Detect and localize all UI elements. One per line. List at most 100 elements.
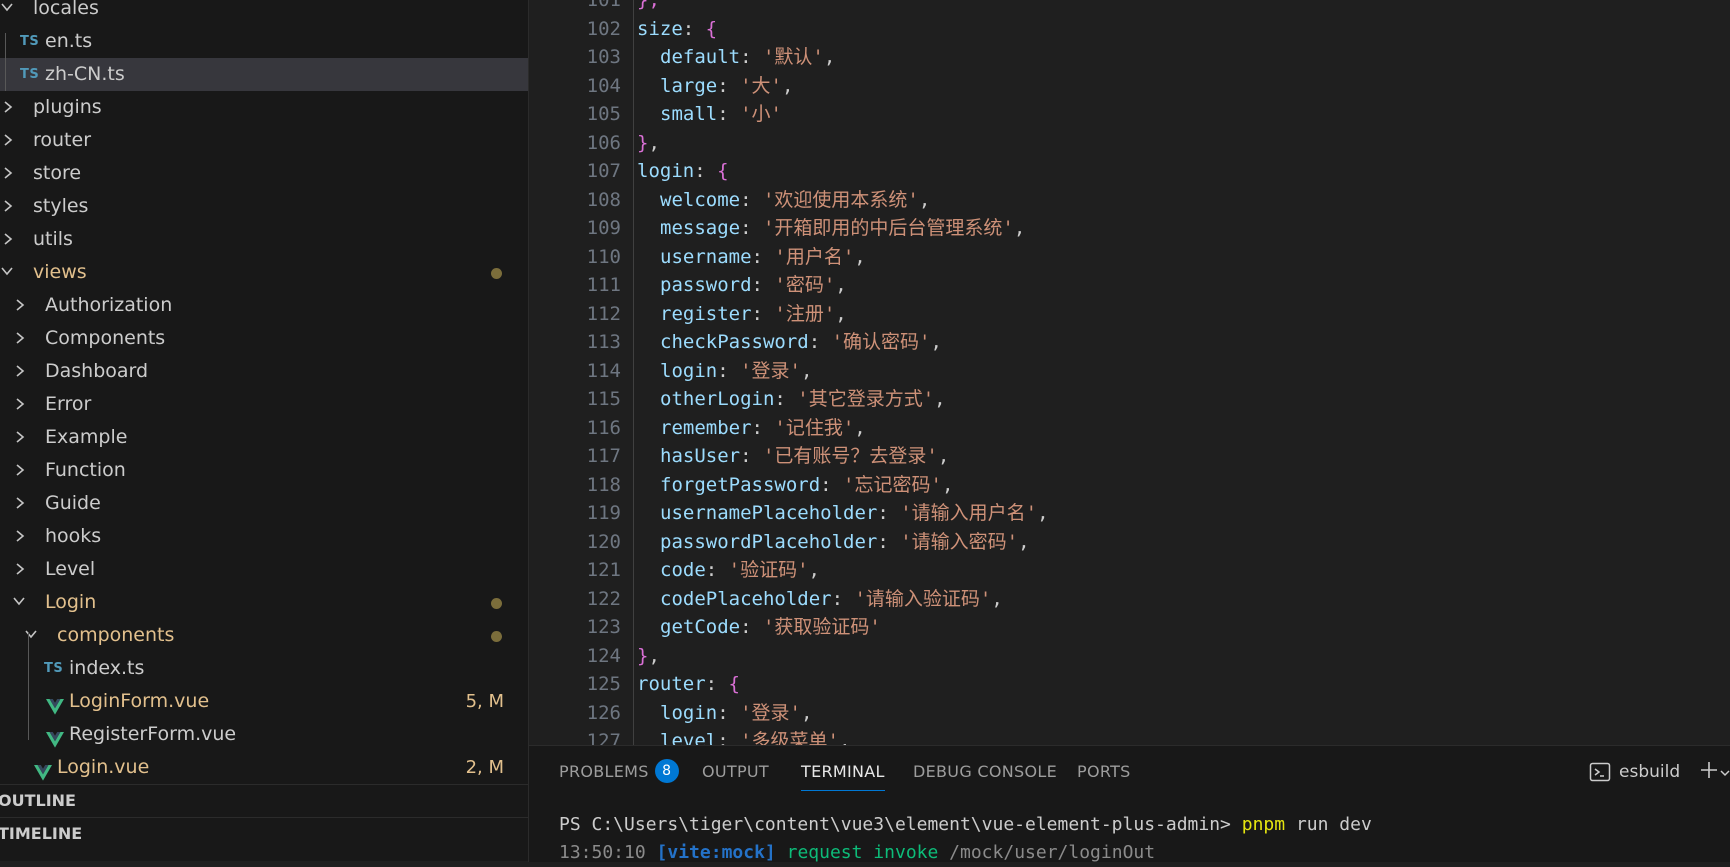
- tree-item-label: Login.vue: [57, 756, 150, 778]
- tree-item-dashboard[interactable]: Dashboard: [0, 355, 528, 388]
- line-number: 101: [586, 0, 621, 11]
- code-line[interactable]: 102 size: {: [529, 15, 1730, 44]
- tree-item-label: index.ts: [69, 657, 145, 679]
- chevron-right-icon[interactable]: [2, 91, 18, 124]
- code-line[interactable]: 109 message: '开箱即用的中后台管理系统',: [529, 214, 1730, 243]
- chevron-down-icon[interactable]: [24, 619, 40, 652]
- code-line[interactable]: 120 passwordPlaceholder: '请输入密码',: [529, 528, 1730, 557]
- chevron-right-icon[interactable]: [14, 388, 30, 421]
- chevron-right-icon[interactable]: [14, 454, 30, 487]
- code-line[interactable]: 112 register: '注册',: [529, 300, 1730, 329]
- outline-section-header[interactable]: OUTLINE: [0, 784, 528, 817]
- tree-item-utils[interactable]: utils: [0, 223, 528, 256]
- chevron-right-icon[interactable]: [14, 520, 30, 553]
- timeline-section-header[interactable]: TIMELINE: [0, 817, 528, 850]
- line-number: 119: [586, 502, 621, 524]
- tree-item-zh-cn-ts[interactable]: TS zh-CN.ts: [0, 58, 528, 91]
- tree-item-login-vue[interactable]: Login.vue 2, M: [0, 751, 528, 782]
- line-number: 109: [586, 217, 621, 239]
- chevron-right-icon[interactable]: [14, 421, 30, 454]
- tab-problems[interactable]: PROBLEMS 8: [559, 746, 679, 798]
- code-text: login: '登录',: [660, 701, 813, 724]
- chevron-down-icon[interactable]: [1719, 764, 1730, 783]
- tree-item-example[interactable]: Example: [0, 421, 528, 454]
- tree-item-loginform-vue[interactable]: LoginForm.vue 5, M: [0, 685, 528, 718]
- chevron-down-icon[interactable]: [12, 586, 28, 619]
- tree-item-level[interactable]: Level: [0, 553, 528, 586]
- tree-item-styles[interactable]: styles: [0, 190, 528, 223]
- tree-item-hooks[interactable]: hooks: [0, 520, 528, 553]
- code-line[interactable]: 114 login: '登录',: [529, 357, 1730, 386]
- tree-item-views[interactable]: views: [0, 256, 528, 289]
- line-number: 114: [586, 359, 621, 382]
- tab-debug-console[interactable]: DEBUG CONSOLE: [913, 746, 1057, 798]
- code-editor[interactable]: 101}, 102 size: {103 default: '默认', 104 large…: [528, 0, 1730, 745]
- chevron-right-icon[interactable]: [2, 190, 18, 223]
- code-line[interactable]: 110 username: '用户名',: [529, 243, 1730, 272]
- tree-item-locales[interactable]: locales: [0, 0, 528, 25]
- tab-terminal[interactable]: TERMINAL: [801, 746, 885, 798]
- tree-item-error[interactable]: Error: [0, 388, 528, 421]
- tree-item-label: components: [57, 624, 175, 646]
- code-line[interactable]: 122 codePlaceholder: '请输入验证码',: [529, 585, 1730, 614]
- tree-item-registerform-vue[interactable]: RegisterForm.vue: [0, 718, 528, 751]
- tree-item-store[interactable]: store: [0, 157, 528, 190]
- code-line[interactable]: 113 checkPassword: '确认密码',: [529, 328, 1730, 357]
- line-number: 125: [586, 673, 621, 695]
- code-line[interactable]: 101},: [529, 0, 1730, 15]
- tree-item-label: Authorization: [45, 294, 173, 316]
- code-line[interactable]: 103 default: '默认',: [529, 43, 1730, 72]
- tree-item-en-ts[interactable]: TS en.ts: [0, 25, 528, 58]
- tab-ports[interactable]: PORTS: [1077, 746, 1131, 798]
- line-number: 115: [586, 388, 621, 410]
- terminal-log-line: 13:50:10 [vite:mock] request invoke /moc…: [559, 839, 1155, 867]
- chevron-right-icon[interactable]: [14, 355, 30, 388]
- code-line[interactable]: 111 password: '密码',: [529, 271, 1730, 300]
- terminal-icon: [1589, 761, 1611, 787]
- line-number: 104: [586, 74, 621, 97]
- code-line[interactable]: 125 router: {: [529, 670, 1730, 699]
- problems-count-badge: 8: [654, 758, 679, 783]
- chevron-right-icon[interactable]: [14, 322, 30, 355]
- tree-item-guide[interactable]: Guide: [0, 487, 528, 520]
- code-text: login: {: [637, 160, 729, 182]
- line-number: 120: [586, 530, 621, 553]
- tree-item-components[interactable]: Components: [0, 322, 528, 355]
- chevron-right-icon[interactable]: [2, 157, 18, 190]
- code-line[interactable]: 118 forgetPassword: '忘记密码',: [529, 471, 1730, 500]
- tree-item-router[interactable]: router: [0, 124, 528, 157]
- code-line[interactable]: 107 login: {: [529, 157, 1730, 186]
- bottom-panel: PROBLEMS 8 OUTPUT TERMINAL DEBUG CONSOLE …: [528, 745, 1730, 863]
- tree-item-components[interactable]: components: [0, 619, 528, 652]
- code-line[interactable]: 117 hasUser: '已有账号？去登录',: [529, 442, 1730, 471]
- code-line[interactable]: 105 small: '小': [529, 100, 1730, 129]
- code-line[interactable]: 127 level: '多级菜单',: [529, 727, 1730, 745]
- add-terminal-icon[interactable]: [1699, 760, 1719, 784]
- code-line[interactable]: 115 otherLogin: '其它登录方式',: [529, 385, 1730, 414]
- code-line[interactable]: 124},: [529, 642, 1730, 671]
- chevron-right-icon[interactable]: [14, 487, 30, 520]
- code-line[interactable]: 123 getCode: '获取验证码': [529, 613, 1730, 642]
- code-line[interactable]: 104 large: '大',: [529, 72, 1730, 101]
- code-line[interactable]: 106},: [529, 129, 1730, 158]
- code-line[interactable]: 121 code: '验证码',: [529, 556, 1730, 585]
- chevron-right-icon[interactable]: [14, 553, 30, 586]
- tree-item-index-ts[interactable]: TS index.ts: [0, 652, 528, 685]
- chevron-down-icon[interactable]: [0, 256, 16, 289]
- tree-item-login[interactable]: Login: [0, 586, 528, 619]
- code-line[interactable]: 126 login: '登录',: [529, 699, 1730, 728]
- code-text: welcome: '欢迎使用本系统',: [660, 188, 931, 211]
- line-number: 122: [586, 587, 621, 610]
- chevron-down-icon[interactable]: [0, 0, 16, 25]
- code-line[interactable]: 108 welcome: '欢迎使用本系统',: [529, 186, 1730, 215]
- chevron-right-icon[interactable]: [2, 124, 18, 157]
- code-line[interactable]: 116 remember: '记住我',: [529, 414, 1730, 443]
- chevron-right-icon[interactable]: [14, 289, 30, 322]
- tree-item-plugins[interactable]: plugins: [0, 91, 528, 124]
- tree-item-authorization[interactable]: Authorization: [0, 289, 528, 322]
- code-line[interactable]: 119 usernamePlaceholder: '请输入用户名',: [529, 499, 1730, 528]
- tree-item-function[interactable]: Function: [0, 454, 528, 487]
- chevron-right-icon[interactable]: [2, 223, 18, 256]
- line-number: 110: [586, 245, 621, 268]
- tab-output[interactable]: OUTPUT: [702, 746, 769, 798]
